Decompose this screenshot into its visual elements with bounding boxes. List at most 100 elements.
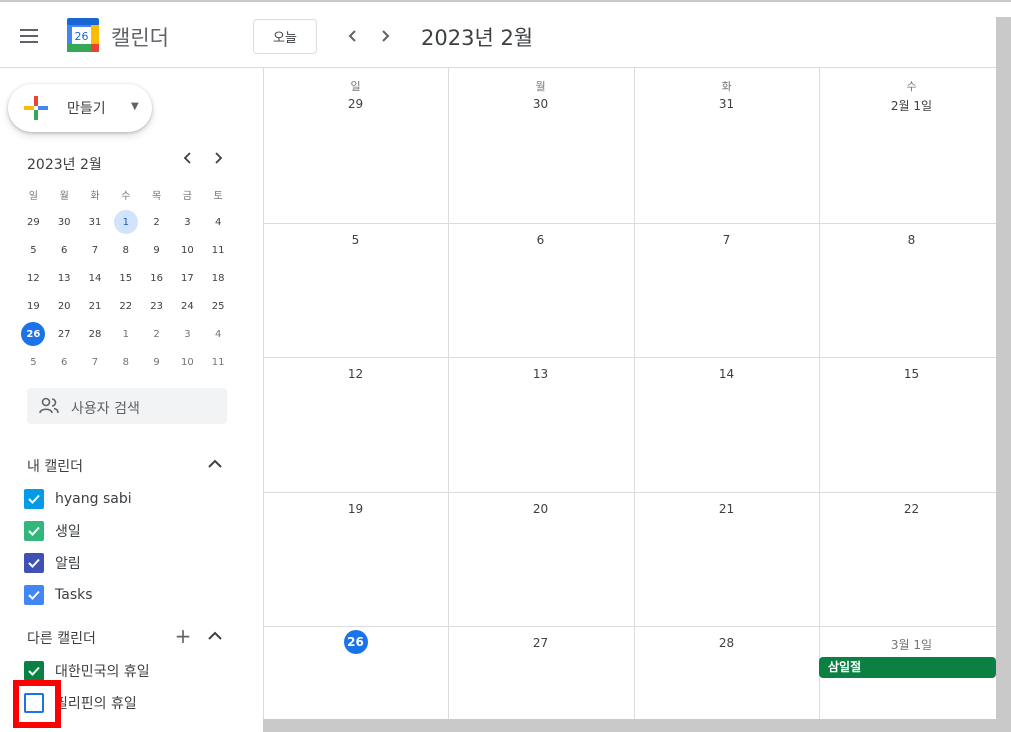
- check-icon: [28, 494, 40, 504]
- mini-day[interactable]: 9: [141, 236, 172, 264]
- mini-day[interactable]: 3: [172, 208, 203, 236]
- mini-day[interactable]: 20: [49, 292, 80, 320]
- checkbox[interactable]: [24, 489, 44, 509]
- mini-day[interactable]: 1: [110, 320, 141, 348]
- create-button[interactable]: 만들기 ▼: [8, 84, 152, 132]
- mini-day[interactable]: 2: [141, 208, 172, 236]
- mini-day[interactable]: 31: [80, 208, 111, 236]
- mini-day[interactable]: 23: [141, 292, 172, 320]
- chevron-right-icon: [382, 30, 390, 42]
- day-cell[interactable]: 15: [819, 367, 1004, 381]
- calendar-item-birthdays[interactable]: 생일: [24, 519, 81, 543]
- mini-day[interactable]: 17: [172, 264, 203, 292]
- mini-day[interactable]: 22: [110, 292, 141, 320]
- mini-week-row: 29 30 31 1 2 3 4: [18, 208, 250, 236]
- day-cell[interactable]: 21: [634, 502, 819, 516]
- mini-day[interactable]: 2: [141, 320, 172, 348]
- day-cell[interactable]: 12: [263, 367, 448, 381]
- checkbox[interactable]: [24, 553, 44, 573]
- mini-day[interactable]: 6: [49, 236, 80, 264]
- mini-day[interactable]: 7: [80, 348, 111, 376]
- mini-day-today[interactable]: 26: [18, 320, 49, 348]
- chevron-left-icon: [183, 152, 191, 164]
- calendar-name: 알림: [55, 556, 81, 572]
- calendar-name: Tasks: [55, 587, 93, 603]
- day-cell[interactable]: 7: [634, 233, 819, 247]
- top-header: 26 캘린더 오늘 2023년 2월: [0, 4, 996, 68]
- mini-day[interactable]: 6: [49, 348, 80, 376]
- mini-day[interactable]: 12: [18, 264, 49, 292]
- mini-day[interactable]: 24: [172, 292, 203, 320]
- mini-day[interactable]: 10: [172, 236, 203, 264]
- mini-day-selected[interactable]: 1: [110, 208, 141, 236]
- day-cell[interactable]: 19: [263, 502, 448, 516]
- day-cell[interactable]: 3월 1일: [819, 636, 1004, 653]
- mini-day[interactable]: 15: [110, 264, 141, 292]
- mini-next-button[interactable]: [208, 152, 228, 168]
- mini-day[interactable]: 30: [49, 208, 80, 236]
- event-chip[interactable]: 삼일절: [819, 657, 996, 678]
- add-calendar-button[interactable]: +: [173, 626, 193, 646]
- search-people-input[interactable]: 사용자 검색: [27, 388, 227, 424]
- mini-week-row: 19 20 21 22 23 24 25: [18, 292, 250, 320]
- mini-day[interactable]: 27: [49, 320, 80, 348]
- mini-day[interactable]: 5: [18, 348, 49, 376]
- calendar-item-hyang-sabi[interactable]: hyang sabi: [24, 487, 132, 511]
- mini-day[interactable]: 25: [203, 292, 234, 320]
- day-cell[interactable]: 30: [448, 97, 633, 111]
- weekday-header: 월: [535, 80, 546, 93]
- mini-day[interactable]: 5: [18, 236, 49, 264]
- mini-day[interactable]: 11: [203, 236, 234, 264]
- mini-day[interactable]: 4: [203, 320, 234, 348]
- plus-icon: [24, 96, 48, 120]
- day-cell[interactable]: 8: [819, 233, 1004, 247]
- day-cell[interactable]: 27: [448, 636, 633, 650]
- mini-day[interactable]: 3: [172, 320, 203, 348]
- mini-day[interactable]: 13: [49, 264, 80, 292]
- my-calendars-toggle[interactable]: [205, 454, 225, 474]
- day-cell[interactable]: 13: [448, 367, 633, 381]
- mini-calendar: 일 월 화 수 목 금 토 29 30 31 1 2 3 4 5 6 7 8 9…: [18, 180, 250, 376]
- mini-day[interactable]: 11: [203, 348, 234, 376]
- prev-month-button[interactable]: [339, 22, 367, 50]
- today-button[interactable]: 오늘: [253, 19, 317, 54]
- day-cell[interactable]: 6: [448, 233, 633, 247]
- day-cell[interactable]: 28: [634, 636, 819, 650]
- day-cell-today[interactable]: 26: [263, 630, 448, 654]
- main-menu-button[interactable]: [20, 24, 50, 48]
- day-cell[interactable]: 22: [819, 502, 1004, 516]
- chevron-up-icon: [208, 459, 222, 468]
- mini-day[interactable]: 4: [203, 208, 234, 236]
- mini-day[interactable]: 29: [18, 208, 49, 236]
- day-cell[interactable]: 2월 1일: [819, 97, 1004, 114]
- mini-day[interactable]: 16: [141, 264, 172, 292]
- mini-day[interactable]: 10: [172, 348, 203, 376]
- sidebar: 만들기 ▼ 2023년 2월 일 월 화 수 목 금 토 29 30 31 1 …: [0, 68, 263, 732]
- checkbox[interactable]: [24, 585, 44, 605]
- day-cell[interactable]: 14: [634, 367, 819, 381]
- mini-week-row: 5 6 7 8 9 10 11: [18, 236, 250, 264]
- day-cell[interactable]: 31: [634, 97, 819, 111]
- mini-day[interactable]: 19: [18, 292, 49, 320]
- mini-day[interactable]: 28: [80, 320, 111, 348]
- day-cell[interactable]: 29: [263, 97, 448, 111]
- mini-weekday: 토: [213, 190, 223, 202]
- mini-day[interactable]: 7: [80, 236, 111, 264]
- calendar-item-tasks[interactable]: Tasks: [24, 583, 93, 607]
- calendar-item-reminders[interactable]: 알림: [24, 551, 81, 575]
- weekday-header: 화: [721, 80, 732, 93]
- other-calendars-toggle[interactable]: [205, 626, 225, 646]
- mini-day[interactable]: 8: [110, 236, 141, 264]
- mini-day[interactable]: 18: [203, 264, 234, 292]
- mini-day[interactable]: 8: [110, 348, 141, 376]
- mini-day[interactable]: 9: [141, 348, 172, 376]
- mini-prev-button[interactable]: [178, 152, 198, 168]
- day-cell[interactable]: 5: [263, 233, 448, 247]
- checkbox[interactable]: [24, 521, 44, 541]
- next-month-button[interactable]: [371, 22, 399, 50]
- mini-day[interactable]: 21: [80, 292, 111, 320]
- mini-day[interactable]: 14: [80, 264, 111, 292]
- checkbox[interactable]: [24, 661, 44, 681]
- mini-weekday: 금: [182, 190, 192, 202]
- day-cell[interactable]: 20: [448, 502, 633, 516]
